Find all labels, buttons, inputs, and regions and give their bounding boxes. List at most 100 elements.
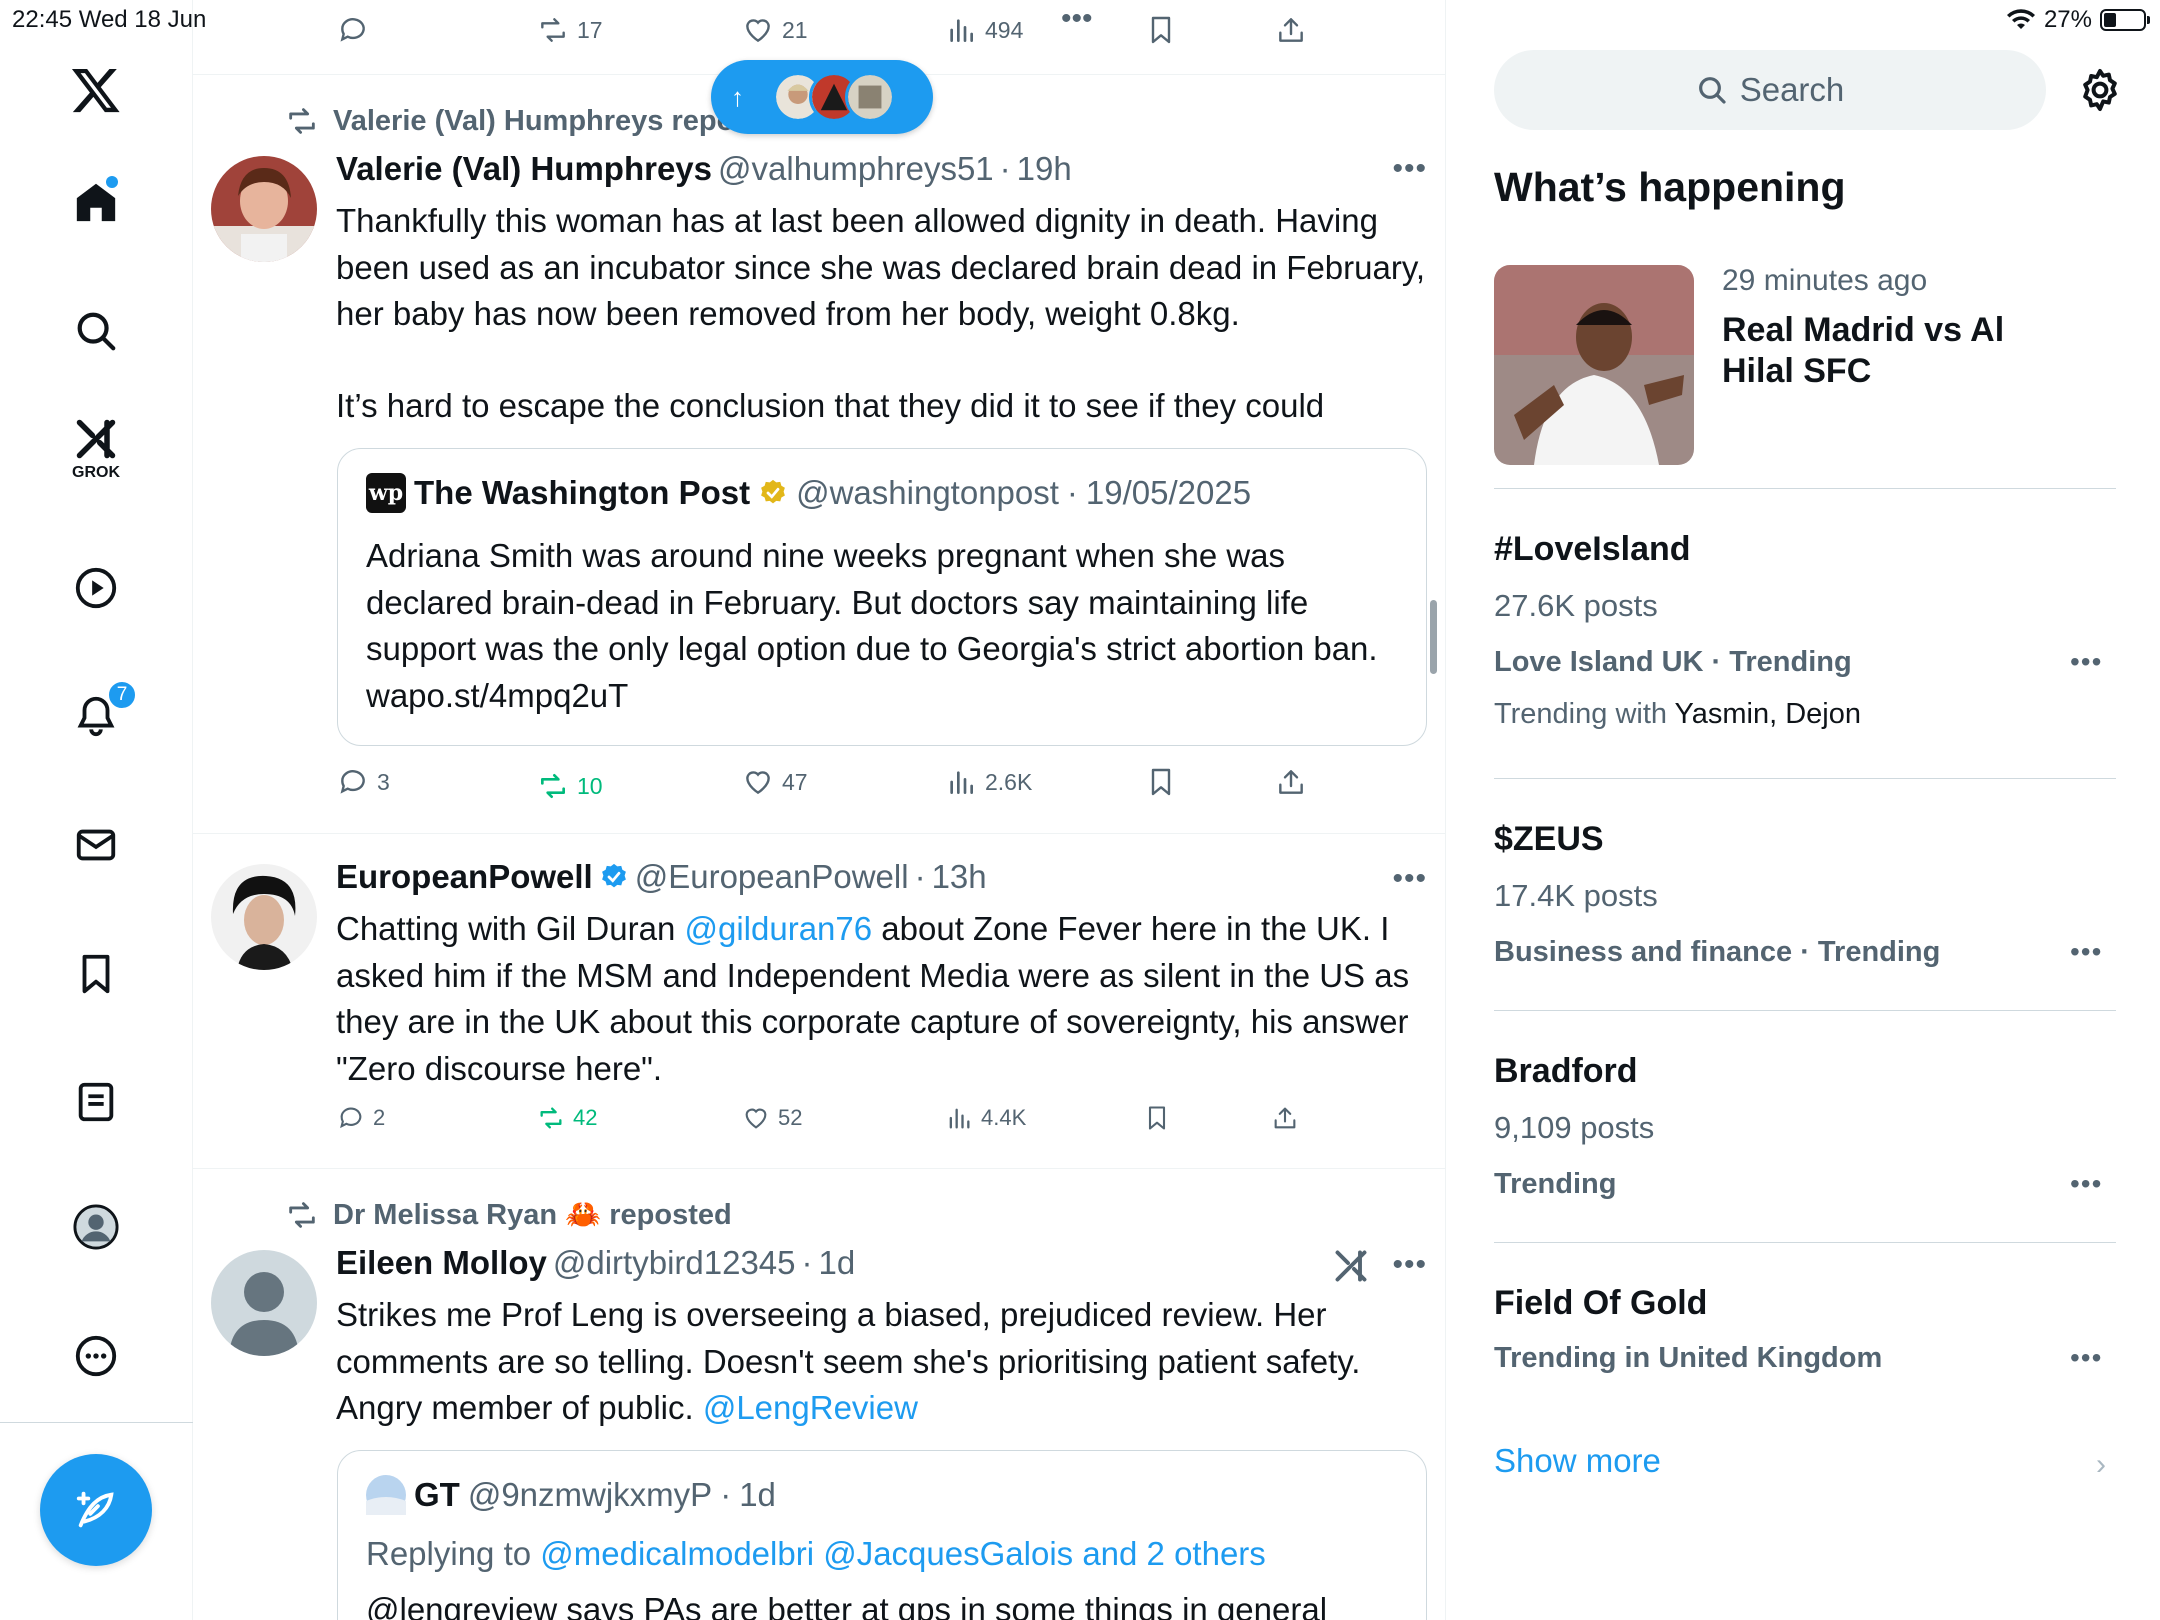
home-icon[interactable]	[48, 154, 144, 250]
views-chart-icon	[949, 1108, 970, 1129]
author-name[interactable]: Valerie (Val) Humphreys	[336, 150, 712, 188]
bookmark-icon	[1151, 768, 1171, 796]
search-placeholder: Search	[1739, 71, 1845, 108]
new-posts-pill[interactable]: ↑	[711, 60, 933, 134]
messages-icon[interactable]	[48, 797, 144, 893]
trend-more-icon[interactable]: •••	[2070, 646, 2102, 678]
search-icon[interactable]	[48, 283, 144, 379]
settings-gear-icon[interactable]	[2076, 66, 2124, 114]
featured-trend-image[interactable]	[1494, 265, 1694, 465]
dot-separator: ·	[999, 150, 1011, 187]
views-button[interactable]: 2.6K	[945, 766, 1032, 798]
share-icon	[1279, 770, 1303, 794]
tweet-time[interactable]: 19h	[1017, 150, 1072, 188]
trend-more-icon[interactable]: •••	[2070, 1168, 2102, 1200]
quoted-tweet[interactable]: GT @9nzmwjkxmyP · 1d Replying to @medica…	[337, 1450, 1427, 1620]
repost-button[interactable]: 10	[537, 770, 603, 802]
trend-name[interactable]: $ZEUS	[1494, 820, 1604, 859]
repost-button[interactable]: 42	[537, 1104, 597, 1132]
mention-link[interactable]: @gilduran76	[684, 910, 872, 947]
notifications-icon[interactable]: 7	[48, 668, 144, 764]
heart-icon	[746, 771, 770, 795]
views-button[interactable]: 4.4K	[945, 1104, 1026, 1132]
trending-with-names[interactable]: Yasmin, Dejon	[1675, 698, 1861, 730]
reply-button[interactable]: 3	[337, 766, 390, 798]
bookmark-icon	[1148, 1106, 1166, 1130]
replying-to-links[interactable]: @medicalmodelbri @JacquesGalois and 2 ot…	[540, 1535, 1266, 1572]
nav-divider	[0, 1422, 193, 1423]
search-input[interactable]: Search	[1494, 50, 2046, 130]
author-name[interactable]: Eileen Molloy	[336, 1244, 547, 1282]
compose-post-button[interactable]	[40, 1454, 152, 1566]
tweet-time[interactable]: 1d	[819, 1244, 856, 1282]
separator	[1494, 1242, 2116, 1243]
like-button[interactable]: 47	[742, 766, 808, 798]
washington-post-logo-icon: wp	[366, 473, 406, 513]
repost-context[interactable]: Dr Melissa Ryan 🦀 reposted	[285, 1198, 732, 1232]
separator	[1494, 488, 2116, 489]
author-handle[interactable]: @EuropeanPowell	[635, 858, 909, 896]
avatar[interactable]	[211, 156, 317, 262]
scrollbar[interactable]	[1430, 600, 1437, 674]
compose-feather-icon	[76, 1491, 114, 1528]
home-unread-dot	[106, 176, 118, 188]
views-chart-icon	[950, 771, 973, 794]
trend-post-count: 27.6K posts	[1494, 588, 1658, 623]
bookmark-button[interactable]	[1145, 766, 1177, 798]
share-button[interactable]	[1275, 14, 1307, 46]
reply-icon	[340, 770, 365, 794]
profile-avatar-icon[interactable]	[48, 1179, 144, 1275]
share-button[interactable]	[1271, 1104, 1299, 1132]
bookmark-button[interactable]	[1145, 14, 1177, 46]
trend-name[interactable]: #LoveIsland	[1494, 530, 1691, 569]
reply-button[interactable]: 2	[337, 1104, 385, 1132]
trend-name[interactable]: Field Of Gold	[1494, 1284, 1707, 1323]
author-handle[interactable]: @valhumphreys51	[718, 150, 994, 188]
quote-author-handle: @washingtonpost	[796, 474, 1059, 511]
avatar[interactable]	[211, 864, 317, 970]
share-button[interactable]	[1275, 766, 1307, 798]
grok-explain-icon[interactable]	[1333, 1248, 1369, 1289]
tweet-more-icon[interactable]: •••	[1392, 862, 1427, 896]
featured-trend-headline[interactable]: Real Madrid vs Al Hilal SFC	[1722, 310, 2042, 392]
bookmark-button[interactable]	[1143, 1104, 1171, 1132]
like-button[interactable]: 52	[742, 1104, 802, 1132]
tweet-time[interactable]: 13h	[932, 858, 987, 896]
tweet-text: Strikes me Prof Leng is overseeing a bia…	[336, 1296, 1361, 1426]
repost-button[interactable]: 17	[537, 14, 603, 46]
verified-badge-icon	[601, 863, 626, 888]
more-options-icon[interactable]: •••	[1061, 2, 1093, 36]
trend-more-icon[interactable]: •••	[2070, 936, 2102, 968]
side-navigation: GROK 7	[0, 0, 193, 1620]
show-more-link[interactable]: Show more	[1494, 1442, 1661, 1480]
avatar[interactable]	[211, 1250, 317, 1356]
repost-icon	[289, 1202, 315, 1228]
author-handle[interactable]: @dirtybird12345	[553, 1244, 796, 1282]
trend-more-icon[interactable]: •••	[2070, 1342, 2102, 1374]
quote-text: @lengreview says PAs are better at gps i…	[366, 1591, 1328, 1620]
quoted-tweet[interactable]: wp The Washington Post @washingtonpost ·…	[337, 448, 1427, 746]
x-logo-icon[interactable]	[48, 42, 144, 138]
tweet-header: Eileen Molloy @dirtybird12345 · 1d	[336, 1244, 855, 1282]
quote-replying-to: Replying to @medicalmodelbri @JacquesGal…	[366, 1535, 1266, 1572]
grok-icon[interactable]: GROK	[48, 400, 144, 496]
reply-button[interactable]	[337, 14, 377, 46]
timeline[interactable]: 17 21 494 ••• Valerie (Val) Humphreys re…	[193, 0, 1446, 1620]
tweet-more-icon[interactable]: •••	[1392, 1248, 1427, 1282]
author-name[interactable]: EuropeanPowell	[336, 858, 593, 896]
like-button[interactable]: 21	[742, 14, 808, 46]
quote-author-handle: @9nzmwjkxmyP	[467, 1476, 713, 1513]
video-icon[interactable]	[48, 540, 144, 636]
tweet-actions-prev: 17 21 494 •••	[193, 2, 1445, 54]
lists-icon[interactable]	[48, 1054, 144, 1150]
views-button[interactable]: 494	[945, 14, 1023, 46]
separator	[1494, 1010, 2116, 1011]
tweet-more-icon[interactable]: •••	[1392, 152, 1427, 186]
dot-separator: ·	[914, 858, 926, 895]
bookmarks-icon[interactable]	[48, 926, 144, 1022]
mention-link[interactable]: @LengReview	[703, 1389, 918, 1426]
right-sidebar: Search What’s happening 29 minutes ago R…	[1446, 0, 2160, 1620]
trend-post-count: 17.4K posts	[1494, 878, 1658, 913]
more-menu-icon[interactable]	[48, 1308, 144, 1404]
trend-name[interactable]: Bradford	[1494, 1052, 1638, 1091]
